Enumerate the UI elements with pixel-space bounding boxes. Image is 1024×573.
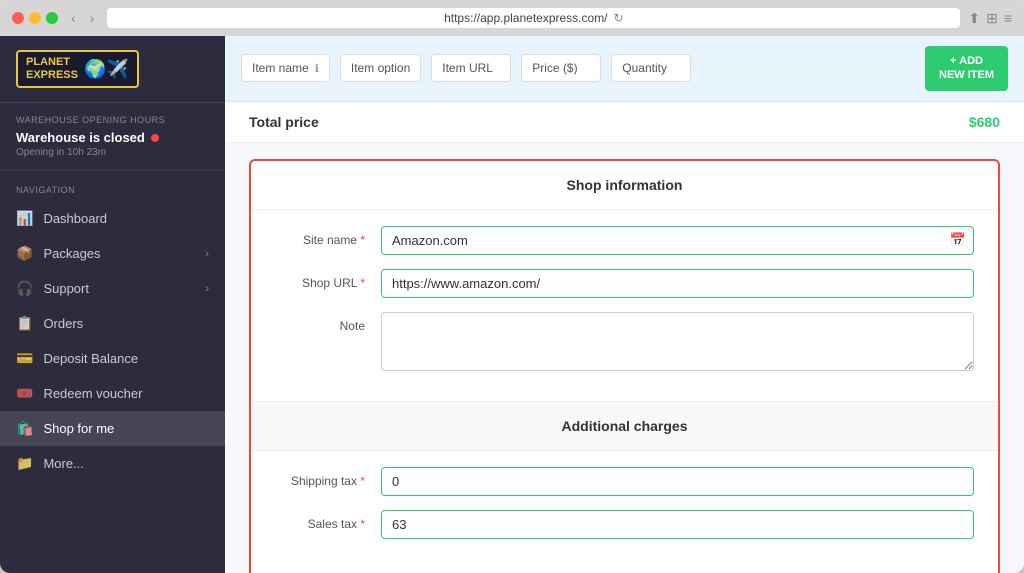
warehouse-sub-text: Opening in 10h 23m: [16, 147, 209, 158]
total-value: $680: [969, 114, 1000, 130]
nav-section: NAVIGATION 📊 Dashboard 📦 Packages ›: [0, 171, 225, 573]
item-url-label: Item URL: [442, 61, 493, 75]
chevron-right-icon: ›: [205, 283, 209, 295]
new-tab-icon[interactable]: ⊞: [986, 10, 998, 27]
browser-actions: ⬆ ⊞ ≡: [968, 10, 1012, 27]
warehouse-status: Warehouse is closed: [16, 130, 209, 145]
status-dot: [151, 134, 159, 142]
browser-window: ‹ › https://app.planetexpress.com/ ↻ ⬆ ⊞…: [0, 0, 1024, 573]
sidebar-item-packages[interactable]: 📦 Packages ›: [0, 236, 225, 271]
shipping-tax-input[interactable]: [381, 467, 974, 496]
info-icon: ℹ: [315, 62, 319, 75]
more-icon: 📁: [16, 455, 33, 472]
item-name-label: Item name: [252, 61, 309, 75]
item-quantity-label: Quantity: [622, 61, 667, 75]
close-button[interactable]: [12, 12, 24, 24]
shop-url-input[interactable]: [381, 269, 974, 298]
sidebar-item-support[interactable]: 🎧 Support ›: [0, 271, 225, 306]
shop-icon: 🛍️: [16, 420, 33, 437]
sidebar-item-label: Packages: [43, 246, 100, 261]
deposit-icon: 💳: [16, 350, 33, 367]
share-icon[interactable]: ⬆: [968, 10, 980, 27]
sidebar-icon[interactable]: ≡: [1004, 10, 1012, 27]
sidebar-item-label: Support: [43, 281, 89, 296]
shipping-tax-group: Shipping tax *: [275, 467, 974, 496]
back-button[interactable]: ‹: [66, 8, 81, 28]
item-url-field[interactable]: Item URL: [431, 54, 511, 82]
sidebar-item-label: Deposit Balance: [43, 351, 138, 366]
sidebar-item-shop[interactable]: 🛍️ Shop for me: [0, 411, 225, 446]
sidebar-item-label: Shop for me: [43, 421, 114, 436]
shop-info-body: Site name * 📅 Shop URL *: [251, 210, 998, 401]
sidebar-item-deposit[interactable]: 💳 Deposit Balance: [0, 341, 225, 376]
note-group: Note: [275, 312, 974, 371]
total-label: Total price: [249, 114, 319, 130]
item-quantity-field[interactable]: Quantity: [611, 54, 691, 82]
sales-tax-input[interactable]: [381, 510, 974, 539]
form-area: Shop information Site name * 📅: [225, 143, 1024, 573]
site-name-label: Site name *: [275, 226, 365, 247]
logo-box: PLANET EXPRESS 🌍✈️: [16, 50, 139, 88]
item-option-field[interactable]: Item option: [340, 54, 421, 82]
nav-buttons: ‹ ›: [66, 8, 99, 28]
item-price-label: Price ($): [532, 61, 577, 75]
item-bar: Item name ℹ Item option Item URL Price (…: [225, 36, 1024, 102]
chevron-right-icon: ›: [205, 248, 209, 260]
additional-charges-title: Additional charges: [251, 401, 998, 451]
additional-body: Shipping tax * Sales tax *: [251, 451, 998, 569]
shop-url-label: Shop URL *: [275, 269, 365, 290]
browser-body: PLANET EXPRESS 🌍✈️ WAREHOUSE OPENING HOU…: [0, 36, 1024, 573]
warehouse-status-text: Warehouse is closed: [16, 130, 145, 145]
sidebar-item-orders[interactable]: 📋 Orders: [0, 306, 225, 341]
sales-tax-group: Sales tax *: [275, 510, 974, 539]
logo-area: PLANET EXPRESS 🌍✈️: [0, 36, 225, 103]
support-icon: 🎧: [16, 280, 33, 297]
warehouse-section: WAREHOUSE OPENING HOURS Warehouse is clo…: [0, 103, 225, 171]
item-price-field[interactable]: Price ($): [521, 54, 601, 82]
traffic-lights: [12, 12, 58, 24]
sidebar-item-more[interactable]: 📁 More...: [0, 446, 225, 481]
calendar-icon: 📅: [950, 232, 966, 248]
forward-button[interactable]: ›: [85, 8, 100, 28]
total-bar: Total price $680: [225, 102, 1024, 143]
sales-tax-label: Sales tax *: [275, 510, 365, 531]
shipping-tax-label: Shipping tax *: [275, 467, 365, 488]
main-content: Item name ℹ Item option Item URL Price (…: [225, 36, 1024, 573]
sidebar-item-dashboard[interactable]: 📊 Dashboard: [0, 201, 225, 236]
sidebar: PLANET EXPRESS 🌍✈️ WAREHOUSE OPENING HOU…: [0, 36, 225, 573]
item-name-field[interactable]: Item name ℹ: [241, 54, 330, 82]
browser-chrome: ‹ › https://app.planetexpress.com/ ↻ ⬆ ⊞…: [0, 0, 1024, 36]
shop-url-group: Shop URL *: [275, 269, 974, 298]
reload-icon[interactable]: ↻: [614, 11, 624, 25]
maximize-button[interactable]: [46, 12, 58, 24]
dashboard-icon: 📊: [16, 210, 33, 227]
address-bar[interactable]: https://app.planetexpress.com/ ↻: [107, 8, 960, 28]
url-text: https://app.planetexpress.com/: [444, 11, 607, 25]
site-name-input[interactable]: [381, 226, 974, 255]
note-label: Note: [275, 312, 365, 333]
site-name-group: Site name * 📅: [275, 226, 974, 255]
sidebar-item-label: Orders: [43, 316, 83, 331]
orders-icon: 📋: [16, 315, 33, 332]
note-textarea[interactable]: [381, 312, 974, 371]
sidebar-item-label: Redeem voucher: [43, 386, 142, 401]
logo-text: PLANET EXPRESS: [26, 56, 78, 82]
logo-icon: 🌍✈️: [84, 59, 129, 80]
shop-info-title: Shop information: [251, 161, 998, 210]
packages-icon: 📦: [16, 245, 33, 262]
warehouse-label: WAREHOUSE OPENING HOURS: [16, 115, 209, 125]
sidebar-item-label: More...: [43, 456, 83, 471]
site-name-input-wrapper: 📅: [381, 226, 974, 255]
minimize-button[interactable]: [29, 12, 41, 24]
sidebar-item-label: Dashboard: [43, 211, 107, 226]
nav-section-label: NAVIGATION: [0, 181, 225, 201]
voucher-icon: 🎟️: [16, 385, 33, 402]
add-new-item-button[interactable]: + ADDNEW ITEM: [925, 46, 1008, 91]
sidebar-item-voucher[interactable]: 🎟️ Redeem voucher: [0, 376, 225, 411]
form-card: Shop information Site name * 📅: [249, 159, 1000, 573]
item-option-label: Item option: [351, 61, 410, 75]
